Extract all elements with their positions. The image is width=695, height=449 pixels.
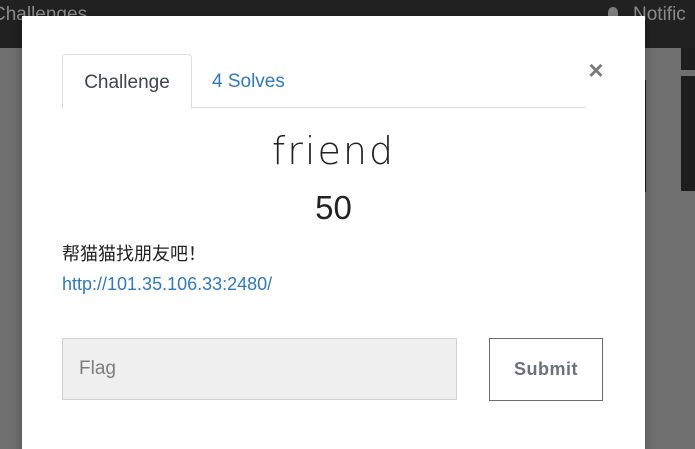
challenge-description: 帮猫猫找朋友吧！ xyxy=(62,244,206,264)
tab-challenge[interactable]: Challenge xyxy=(62,54,192,109)
challenge-value: 50 xyxy=(315,189,352,226)
background-card xyxy=(681,48,695,70)
submit-button[interactable]: Submit xyxy=(489,338,603,401)
tab-solves[interactable]: 4 Solves xyxy=(212,54,285,107)
challenge-modal: × Challenge 4 Solves friend 50 帮猫猫找朋友吧！ … xyxy=(22,16,645,449)
flag-input[interactable] xyxy=(62,338,457,400)
modal-tabs: Challenge 4 Solves xyxy=(62,54,586,109)
challenge-link[interactable]: http://101.35.106.33:2480/ xyxy=(62,272,272,296)
background-card xyxy=(681,76,695,191)
challenge-name: friend xyxy=(271,129,396,173)
close-button[interactable]: × xyxy=(584,56,608,84)
